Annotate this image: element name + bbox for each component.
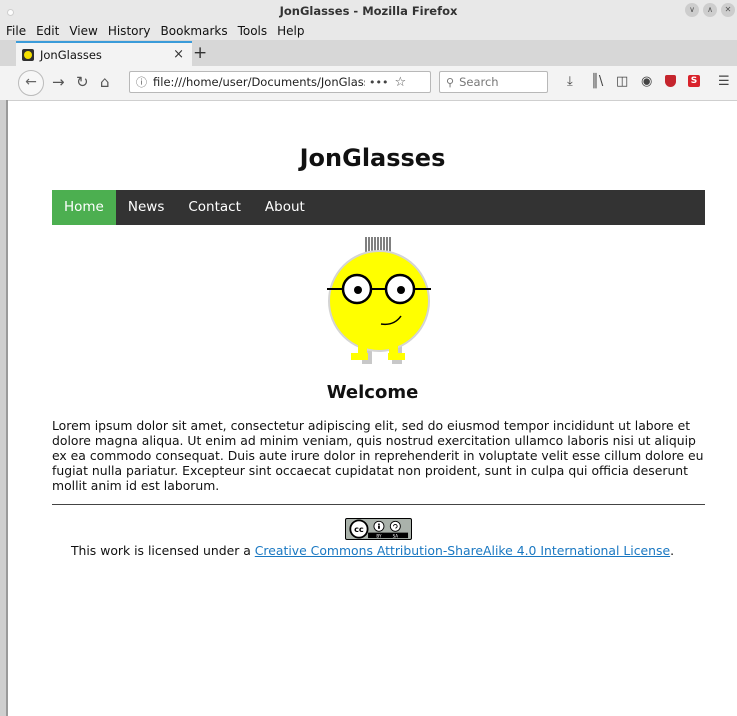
nav-about[interactable]: About	[253, 190, 317, 225]
divider	[52, 504, 705, 505]
url-text[interactable]: file:///home/user/Documents/JonGlasses/j…	[153, 75, 365, 89]
sidebar-icon[interactable]: ◫	[616, 75, 628, 89]
cc-license-badge-image[interactable]: cc BY SA	[345, 518, 412, 540]
nav-news[interactable]: News	[116, 190, 176, 225]
tab-label: JonGlasses	[40, 47, 102, 62]
info-icon[interactable]: ⓘ	[136, 74, 147, 90]
menu-bar: File Edit View History Bookmarks Tools H…	[0, 22, 737, 40]
url-bar[interactable]: ⓘ file:///home/user/Documents/JonGlasses…	[129, 71, 431, 93]
menu-edit[interactable]: Edit	[36, 24, 59, 38]
forward-button[interactable]: →	[52, 73, 65, 91]
extension-s-icon[interactable]: S	[688, 75, 700, 87]
nav-contact[interactable]: Contact	[176, 190, 253, 225]
minimize-button[interactable]: ∨	[685, 3, 699, 17]
library-icon[interactable]: ║\	[591, 75, 603, 89]
menu-file[interactable]: File	[6, 24, 26, 38]
downloads-icon[interactable]: ⤓	[567, 75, 573, 89]
desktop-edge	[0, 100, 8, 716]
welcome-heading: Welcome	[326, 382, 419, 403]
nav-toolbar: ← → ↻ ⌂ ⓘ file:///home/user/Documents/Jo…	[0, 66, 737, 101]
badge-sa-text: SA	[393, 534, 399, 539]
back-button[interactable]: ←	[18, 70, 44, 96]
close-window-button[interactable]: ✕	[721, 3, 735, 17]
license-link[interactable]: Creative Commons Attribution-ShareAlike …	[255, 543, 670, 558]
badge-cc-text: cc	[354, 524, 364, 534]
nav-home[interactable]: Home	[52, 190, 116, 225]
tab-strip: JonGlasses ×	[0, 40, 737, 66]
site-favicon-icon	[22, 48, 34, 61]
badge-by-text: BY	[376, 534, 382, 539]
window-title: JonGlasses - Mozilla Firefox	[279, 4, 458, 18]
license-notice: This work is licensed under a Creative C…	[8, 543, 737, 558]
search-icon: ⚲	[446, 75, 455, 89]
site-nav: Home News Contact About	[52, 190, 705, 225]
maximize-button[interactable]: ∧	[703, 3, 717, 17]
search-placeholder: Search	[459, 75, 499, 89]
menu-view[interactable]: View	[69, 24, 97, 38]
home-button[interactable]: ⌂	[100, 73, 110, 91]
window-titlebar: JonGlasses - Mozilla Firefox ∨ ∧ ✕	[0, 0, 737, 22]
page-actions-button[interactable]: •••	[369, 76, 388, 89]
tab-close-icon[interactable]: ×	[173, 47, 184, 62]
window-controls: ∨ ∧ ✕	[685, 3, 735, 17]
body-paragraph: Lorem ipsum dolor sit amet, consectetur …	[52, 418, 704, 493]
mascot-logo-image	[327, 237, 431, 364]
license-suffix: .	[670, 543, 675, 558]
hamburger-menu-icon[interactable]: ☰	[718, 75, 730, 89]
menu-help[interactable]: Help	[277, 24, 304, 38]
account-icon[interactable]: ◉	[641, 75, 652, 89]
new-tab-button[interactable]: +	[193, 43, 207, 63]
tab-jonglasses[interactable]: JonGlasses ×	[16, 41, 192, 66]
menu-bookmarks[interactable]: Bookmarks	[161, 24, 228, 38]
window-menu-dot[interactable]	[7, 9, 14, 16]
license-prefix: This work is licensed under a	[70, 543, 255, 558]
bookmark-star-icon[interactable]: ☆	[394, 75, 406, 90]
search-input[interactable]: ⚲ Search	[439, 71, 548, 93]
site-title: JonGlasses	[299, 144, 446, 172]
page-content: JonGlasses Home News Contact About Welco…	[8, 101, 737, 716]
ublock-icon[interactable]	[665, 75, 676, 87]
menu-tools[interactable]: Tools	[238, 24, 268, 38]
reload-button[interactable]: ↻	[76, 73, 89, 91]
menu-history[interactable]: History	[108, 24, 151, 38]
